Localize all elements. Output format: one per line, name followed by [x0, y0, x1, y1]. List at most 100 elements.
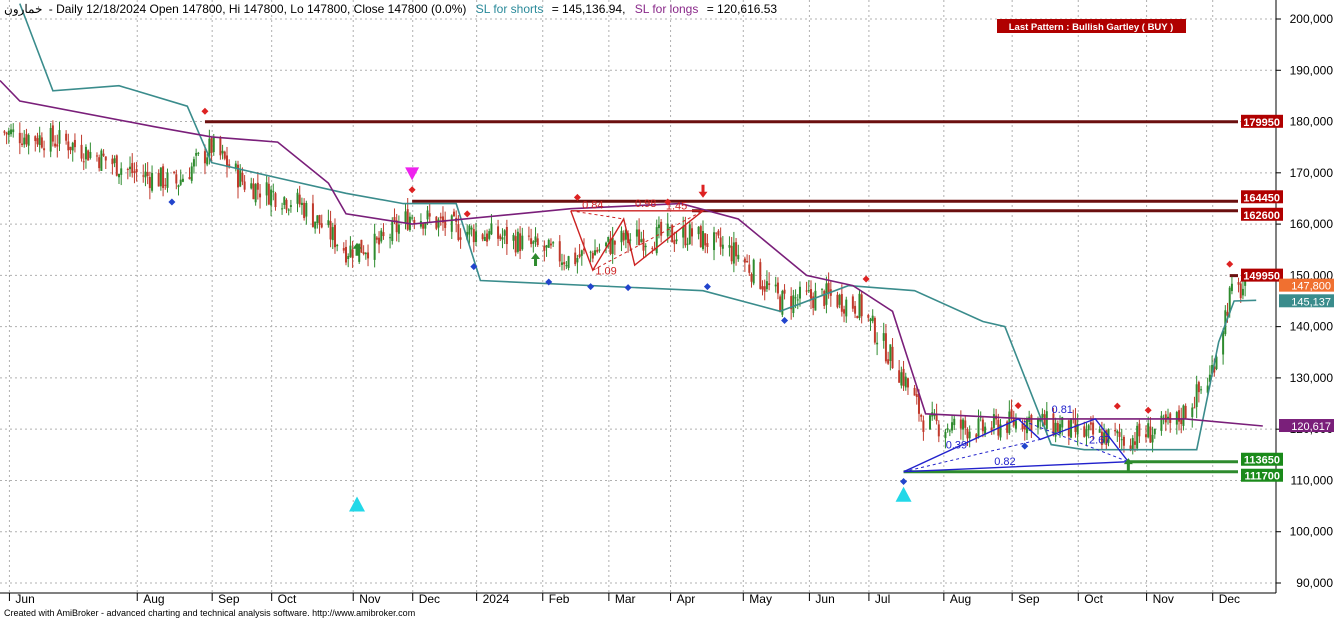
- candle-body: [43, 148, 46, 151]
- candle-body: [779, 296, 782, 312]
- candle-body: [838, 294, 841, 305]
- candle-body: [95, 155, 98, 157]
- candle-body: [380, 230, 383, 242]
- candle-body: [499, 235, 502, 239]
- candle-body: [746, 260, 749, 263]
- candle-body: [858, 293, 861, 318]
- y-tick-label: 170,000: [1290, 166, 1334, 180]
- level-tag-label: 147,800: [1291, 281, 1331, 293]
- candle-body: [574, 252, 577, 265]
- candle-body: [809, 289, 812, 299]
- candle-body: [948, 430, 951, 432]
- candle-body: [1195, 384, 1198, 408]
- x-tick-label: Jun: [815, 592, 834, 606]
- candle-body: [468, 225, 471, 235]
- candle-body: [102, 153, 105, 156]
- candle-body: [737, 254, 740, 260]
- candle-body: [904, 376, 907, 388]
- candle-body: [241, 172, 244, 182]
- candle-body: [10, 129, 13, 135]
- candle-body: [605, 242, 608, 247]
- candle-body: [470, 227, 473, 230]
- candle-body: [281, 208, 284, 210]
- candle-body: [111, 158, 114, 165]
- y-tick-label: 90,000: [1296, 576, 1333, 590]
- candle-body: [490, 223, 493, 235]
- candle-body: [195, 152, 198, 156]
- candle-body: [594, 250, 597, 256]
- candle-body: [728, 245, 731, 248]
- candle-body: [118, 173, 121, 178]
- candle-body: [521, 235, 524, 250]
- candle-body: [902, 368, 905, 386]
- sl-shorts-value: = 145,136.94,: [552, 2, 626, 16]
- candle-body: [560, 262, 563, 265]
- candle-body: [342, 248, 345, 251]
- pattern-ratio-label: 0.84: [582, 200, 603, 212]
- candle-body: [527, 235, 530, 237]
- candle-body: [682, 227, 685, 238]
- pattern-ratio-label: 1.09: [595, 265, 616, 277]
- x-tick-label: Sep: [1018, 592, 1040, 606]
- candle-body: [151, 173, 154, 191]
- candle-body: [867, 314, 870, 318]
- candle-body: [113, 158, 116, 164]
- candle-body: [657, 224, 660, 229]
- chart-header: خمارون - Daily 12/18/2024 Open 147800, H…: [4, 2, 777, 16]
- y-tick-label: 130,000: [1290, 371, 1334, 385]
- candle-body: [285, 199, 288, 210]
- candle-body: [765, 281, 768, 290]
- candle-body: [1122, 436, 1125, 446]
- level-tag-label: 145,137: [1291, 296, 1331, 308]
- candle-body: [126, 169, 129, 171]
- candle-body: [505, 226, 508, 245]
- price-chart[interactable]: 0.84 0.98 1.451.090.810.39 2.670.82 90,0001…: [0, 0, 1336, 619]
- candle-body: [887, 359, 890, 364]
- candle-body: [23, 137, 26, 145]
- candle-body: [578, 254, 581, 258]
- candle-body: [329, 221, 332, 240]
- candle-body: [378, 237, 381, 245]
- x-tick-label: Oct: [278, 592, 297, 606]
- candle-body: [38, 135, 41, 146]
- candle-body: [364, 252, 367, 255]
- candle-body: [655, 227, 658, 254]
- candle-body: [435, 216, 438, 229]
- candle-body: [576, 258, 579, 263]
- candle-body: [759, 262, 762, 289]
- candle-body: [100, 150, 103, 171]
- candle-body: [1147, 423, 1150, 438]
- candle-body: [1182, 405, 1185, 426]
- candle-body: [347, 256, 350, 259]
- candle-body: [349, 245, 352, 257]
- candle-body: [607, 236, 610, 242]
- candle-body: [98, 157, 101, 169]
- candle-body: [545, 245, 548, 248]
- candle-body: [303, 202, 306, 219]
- candle-body: [836, 294, 839, 308]
- candle-body: [675, 239, 678, 242]
- x-tick-label: Nov: [359, 592, 380, 606]
- candle-body: [475, 231, 478, 242]
- candle-body: [530, 238, 533, 245]
- candle-body: [962, 419, 965, 430]
- candle-body: [613, 241, 616, 245]
- candle-body: [761, 286, 764, 290]
- candle-body: [984, 426, 987, 435]
- candle-body: [644, 245, 647, 248]
- candle-body: [589, 251, 592, 253]
- candle-body: [206, 157, 209, 165]
- candle-body: [439, 216, 442, 219]
- candle-body: [873, 317, 876, 343]
- candle-body: [719, 237, 722, 247]
- candle-body: [871, 315, 874, 322]
- candle-body: [452, 211, 455, 217]
- candle-body: [424, 222, 427, 229]
- candle-body: [148, 177, 151, 189]
- candle-body: [49, 127, 52, 152]
- candle-body: [642, 238, 645, 251]
- pattern-ratio-label: 0.81: [1052, 404, 1073, 416]
- candle-body: [351, 249, 354, 259]
- candle-body: [135, 169, 138, 173]
- candle-body: [1149, 426, 1152, 443]
